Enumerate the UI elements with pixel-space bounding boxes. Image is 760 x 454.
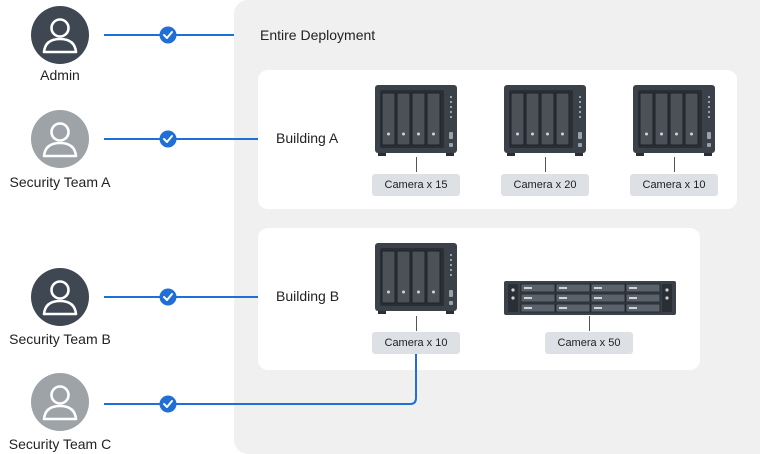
- check-circle-icon: [159, 26, 177, 44]
- access-links: [104, 26, 417, 413]
- nas-4bay-icon: [632, 84, 716, 161]
- rack-server-icon: [504, 281, 676, 320]
- camera-count-badge: Camera x 10: [630, 174, 718, 196]
- camera-count-badge: Camera x 10: [372, 332, 460, 354]
- connector-tick: [674, 157, 675, 172]
- camera-count-badge: Camera x 15: [372, 174, 460, 196]
- check-circle-icon: [159, 288, 177, 306]
- check-circle-icon: [159, 395, 177, 413]
- connector-tick: [416, 316, 417, 331]
- person-icon: [31, 268, 89, 326]
- camera-count-badge: Camera x 20: [501, 174, 589, 196]
- team-c-link-line: [104, 352, 417, 405]
- person-icon: [31, 373, 89, 431]
- connector-tick: [416, 157, 417, 172]
- person-icon: [31, 110, 89, 168]
- role-label-security-team-b: Security Team B: [9, 331, 111, 347]
- nas-4bay-icon: [374, 84, 458, 161]
- nas-4bay-icon: [503, 84, 587, 161]
- camera-count-badge: Camera x 50: [545, 332, 633, 354]
- role-label-security-team-c: Security Team C: [8, 436, 112, 452]
- connector-tick: [545, 157, 546, 172]
- person-icon: [31, 6, 89, 64]
- role-label-security-team-a: Security Team A: [9, 174, 111, 190]
- role-label-admin: Admin: [40, 67, 80, 83]
- nas-4bay-icon: [374, 242, 458, 319]
- connector-tick: [589, 316, 590, 331]
- check-circle-icon: [159, 130, 177, 148]
